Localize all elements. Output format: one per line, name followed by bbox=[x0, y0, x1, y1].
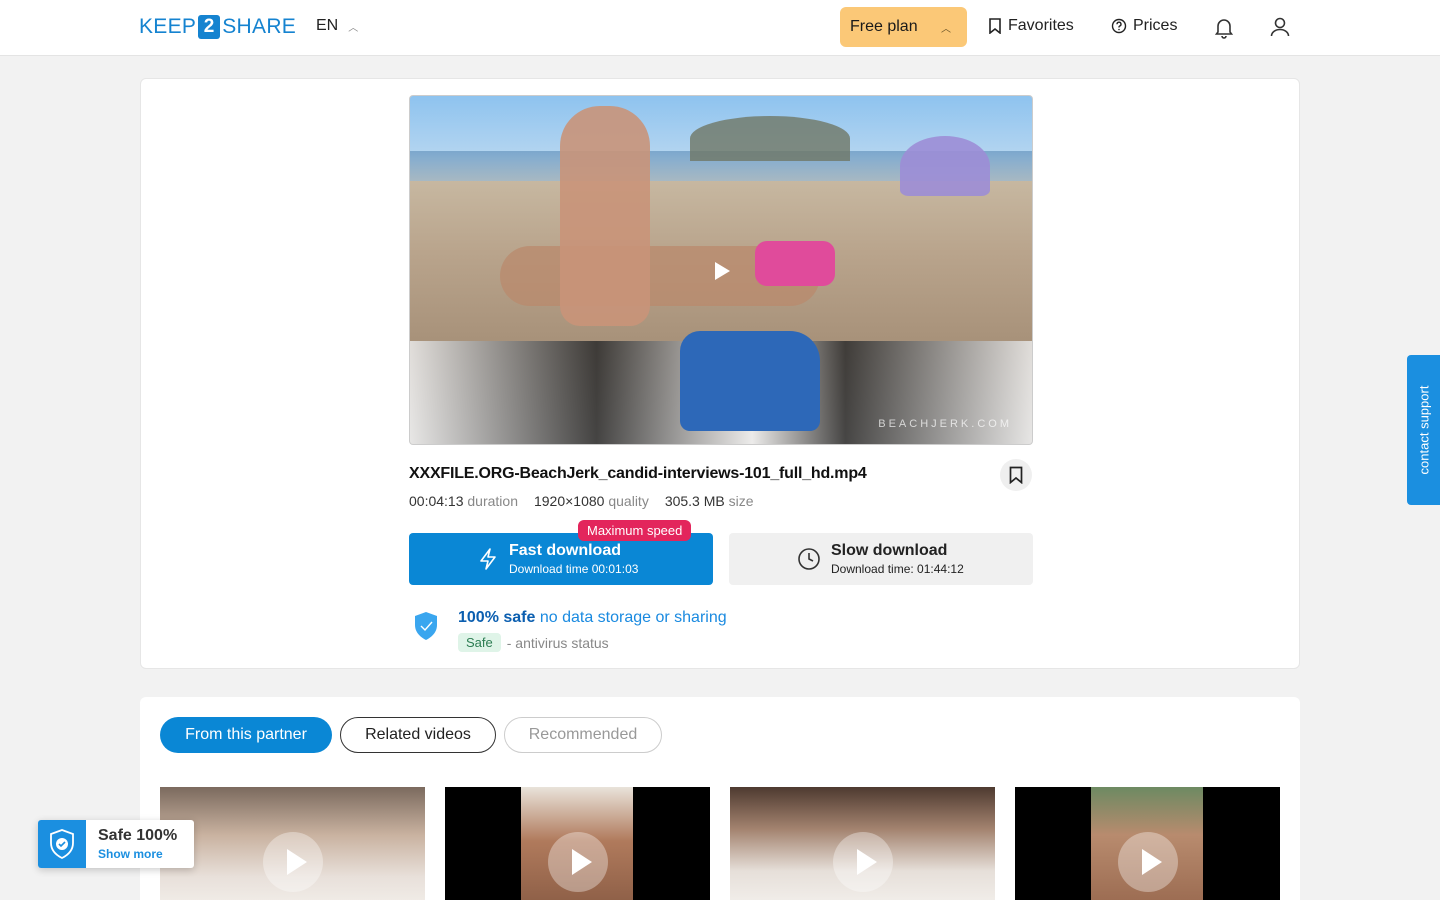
bookmark-icon bbox=[1009, 466, 1023, 484]
play-icon[interactable] bbox=[715, 262, 730, 280]
language-selector[interactable]: EN ︿ bbox=[316, 17, 358, 35]
meta-duration: 00:04:13 duration bbox=[409, 493, 518, 509]
play-icon bbox=[262, 832, 323, 892]
video-thumbnail[interactable] bbox=[1015, 787, 1280, 900]
site-logo[interactable]: KEEP 2 SHARE bbox=[139, 14, 296, 40]
video-frame-object bbox=[755, 241, 835, 286]
logo-text-right: SHARE bbox=[222, 15, 297, 38]
related-section: From this partner Related videos Recomme… bbox=[140, 697, 1300, 900]
logo-text-left: KEEP bbox=[139, 15, 197, 38]
max-speed-badge: Maximum speed bbox=[578, 520, 692, 541]
slow-download-time: Download time: 01:44:12 bbox=[831, 562, 964, 576]
contact-support-tab[interactable]: contact support bbox=[1407, 355, 1440, 505]
video-thumbnail[interactable] bbox=[445, 787, 710, 900]
tab-related-videos[interactable]: Related videos bbox=[340, 717, 496, 753]
duration-value: 00:04:13 bbox=[409, 493, 464, 509]
plan-button[interactable]: Free plan ︿ bbox=[840, 7, 967, 47]
video-frame-bag bbox=[680, 331, 820, 431]
chevron-up-icon: ︿ bbox=[941, 23, 951, 35]
antivirus-label: - antivirus status bbox=[506, 634, 609, 651]
notification-bell-icon[interactable] bbox=[1212, 15, 1236, 39]
prices-label: Prices bbox=[1133, 17, 1178, 34]
safe-badge-title: Safe 100% bbox=[98, 827, 178, 844]
favorites-label: Favorites bbox=[1008, 17, 1074, 34]
antivirus-pill: Safe bbox=[458, 633, 501, 652]
video-watermark: BEACHJERK.COM bbox=[878, 418, 1012, 430]
size-label: size bbox=[728, 493, 754, 509]
file-meta: 00:04:13 duration 1920×1080 quality 305.… bbox=[409, 493, 754, 509]
fast-download-title: Fast download bbox=[509, 542, 621, 559]
video-thumbnail[interactable] bbox=[730, 787, 995, 900]
safety-text: 100% safe no data storage or sharing bbox=[458, 609, 727, 627]
tab-from-this-partner[interactable]: From this partner bbox=[160, 717, 332, 753]
language-label: EN bbox=[316, 17, 339, 34]
file-card: BEACHJERK.COM XXXFILE.ORG-BeachJerk_cand… bbox=[140, 78, 1300, 669]
quality-value: 1920×1080 bbox=[533, 493, 605, 509]
lightning-icon bbox=[480, 548, 496, 570]
video-thumbnail[interactable] bbox=[160, 787, 425, 900]
video-player[interactable]: BEACHJERK.COM bbox=[409, 95, 1033, 445]
logo-badge: 2 bbox=[198, 15, 221, 39]
meta-size: 305.3 MB size bbox=[665, 493, 754, 509]
meta-quality: 1920×1080 quality bbox=[534, 493, 649, 509]
bookmark-icon bbox=[989, 18, 1001, 34]
slow-download-title: Slow download bbox=[831, 542, 948, 559]
prices-link[interactable]: Prices bbox=[1111, 17, 1177, 35]
play-icon bbox=[832, 832, 893, 892]
video-frame-hill bbox=[690, 116, 850, 161]
video-frame-figure bbox=[560, 106, 650, 326]
shield-check-icon bbox=[415, 612, 437, 640]
play-icon bbox=[547, 832, 608, 892]
add-favorite-button[interactable] bbox=[1000, 459, 1032, 491]
safety-link[interactable]: no data storage or sharing bbox=[540, 609, 727, 626]
user-icon[interactable] bbox=[1268, 15, 1292, 39]
quality-label: quality bbox=[608, 493, 649, 509]
safety-bold: 100% safe bbox=[458, 609, 536, 626]
clock-icon bbox=[798, 548, 820, 570]
tab-recommended[interactable]: Recommended bbox=[504, 717, 662, 753]
antivirus-status: Safe - antivirus status bbox=[458, 633, 609, 652]
shield-check-icon bbox=[38, 820, 86, 868]
slow-download-button[interactable]: Slow download Download time: 01:44:12 bbox=[729, 533, 1033, 585]
favorites-link[interactable]: Favorites bbox=[988, 17, 1074, 35]
fast-download-time: Download time 00:01:03 bbox=[509, 562, 639, 576]
show-more-link[interactable]: Show more bbox=[98, 847, 163, 861]
chevron-up-icon: ︿ bbox=[348, 22, 359, 34]
contact-support-label: contact support bbox=[1416, 385, 1431, 475]
play-icon bbox=[1117, 832, 1178, 892]
top-header: KEEP 2 SHARE EN ︿ Free plan ︿ Favorites Pr… bbox=[0, 0, 1440, 56]
video-frame-umbrella bbox=[900, 136, 990, 196]
file-name: XXXFILE.ORG-BeachJerk_candid-interviews-… bbox=[409, 465, 867, 482]
help-circle-icon bbox=[1111, 18, 1127, 34]
plan-label: Free plan bbox=[850, 18, 918, 35]
size-value: 305.3 MB bbox=[664, 493, 725, 509]
safe-badge[interactable]: Safe 100% Show more bbox=[38, 820, 194, 868]
duration-label: duration bbox=[467, 493, 518, 509]
